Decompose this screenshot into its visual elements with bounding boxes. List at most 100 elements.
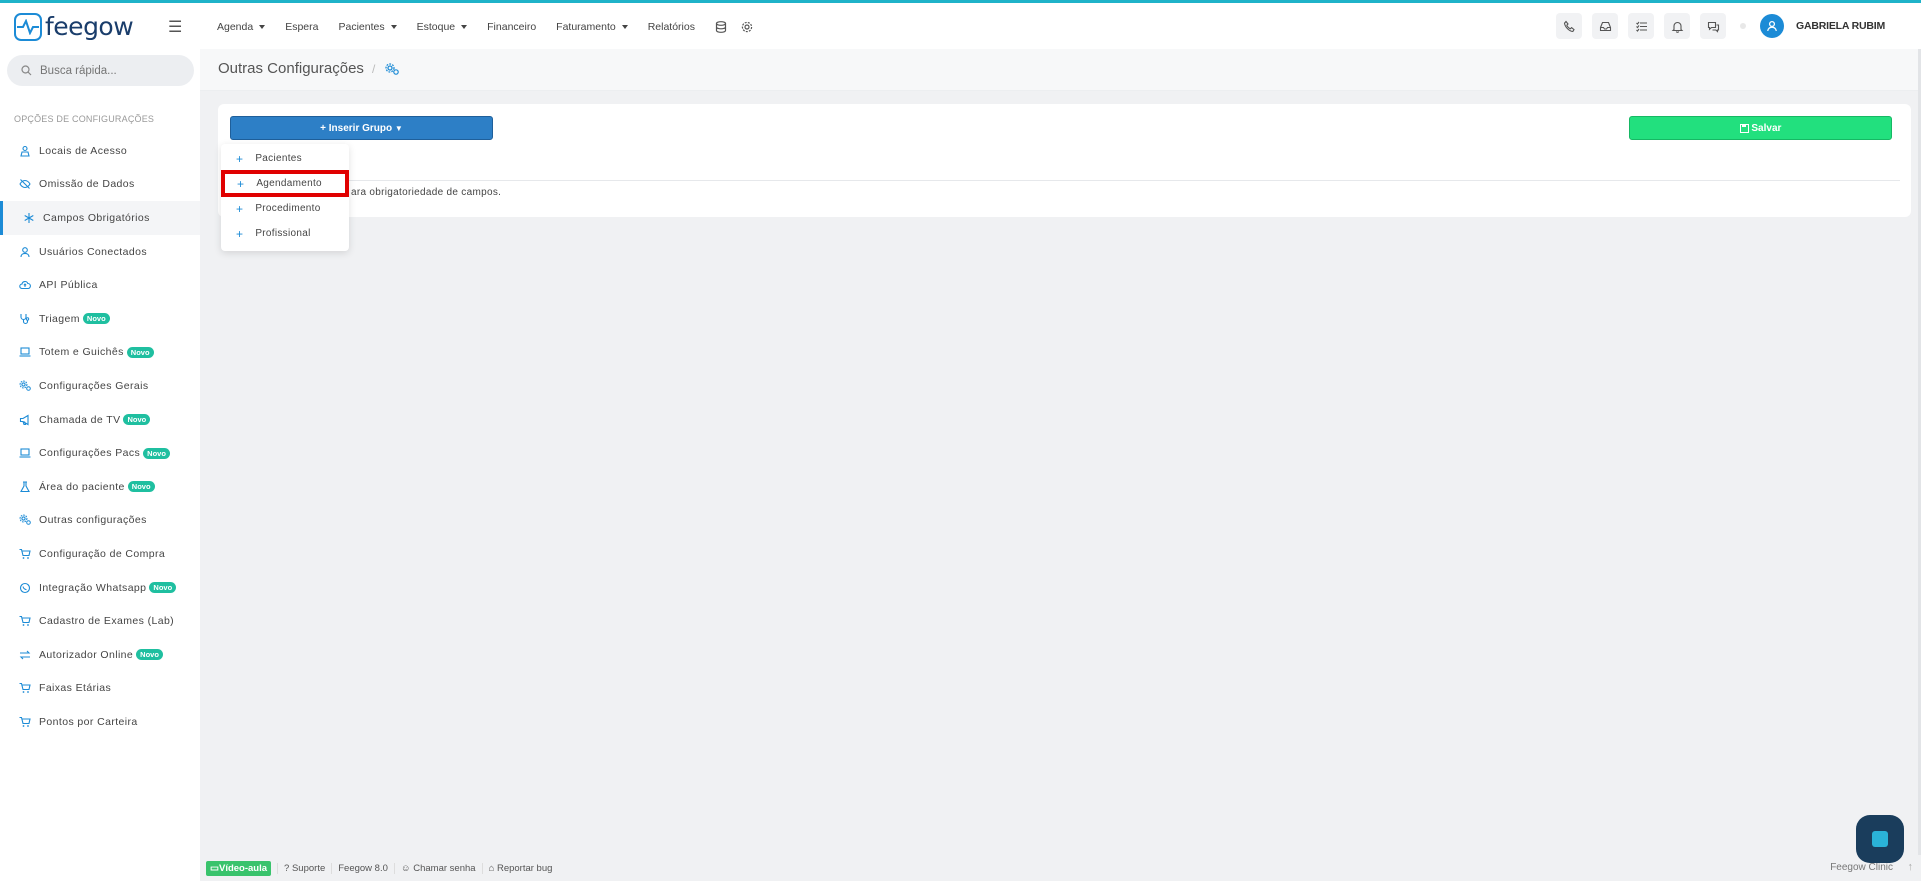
nav-financeiro[interactable]: Financeiro [487, 21, 536, 33]
support-link[interactable]: ? Suporte [277, 862, 325, 874]
quick-search[interactable] [7, 55, 194, 86]
chat-button[interactable] [1700, 13, 1727, 39]
sidebar-item-integracao-whatsapp[interactable]: Integração Whatsapp Novo [0, 571, 200, 605]
notifications-button[interactable] [1664, 13, 1691, 39]
checklist-button[interactable] [1628, 13, 1655, 39]
username[interactable]: GABRIELA RUBIM [1796, 20, 1885, 32]
video-lesson-link[interactable]: ▭Vídeo-aula [206, 860, 272, 876]
new-badge: Novo [127, 481, 155, 493]
sidebar-item-label: Área do paciente [39, 480, 125, 493]
sidebar-item-pontos-por-carteira[interactable]: Pontos por Carteira [0, 705, 200, 739]
cart-icon [19, 616, 31, 627]
sidebar-item-chamada-de-tv[interactable]: Chamada de TV Novo [0, 403, 200, 437]
sidebar-item-faixas-etarias[interactable]: Faixas Etárias [0, 672, 200, 706]
top-navigation: Agenda Espera Pacientes Estoque Financei… [217, 21, 767, 33]
divider [230, 180, 1900, 181]
sidebar-item-label: Totem e Guichês [39, 346, 124, 359]
breadcrumb-separator: / [372, 62, 376, 76]
chat-icon [1707, 21, 1719, 33]
sidebar-item-area-do-paciente[interactable]: Área do paciente Novo [0, 470, 200, 504]
page-title: Outras Configurações [218, 60, 364, 77]
dropdown-item-procedimento[interactable]: + Procedimento [221, 196, 349, 221]
inbox-button[interactable] [1592, 13, 1619, 39]
megaphone-icon [19, 414, 29, 426]
nav-agenda[interactable]: Agenda [217, 21, 266, 33]
search-input[interactable] [40, 64, 180, 77]
cart-icon [19, 548, 31, 559]
report-bug-link[interactable]: ⌂ Reportar bug [481, 862, 552, 874]
sidebar-item-cadastro-de-exames-lab[interactable]: Cadastro de Exames (Lab) [0, 604, 200, 638]
nav-relatorios[interactable]: Relatórios [648, 21, 695, 33]
breadcrumb: Outras Configurações / [200, 49, 1921, 91]
sidebar: OPÇÕES DE CONFIGURAÇÕES Locais de Acesso… [0, 49, 200, 881]
sidebar-item-label: Outras configurações [39, 514, 147, 527]
nav-faturamento[interactable]: Faturamento [556, 21, 628, 33]
sidebar-item-locais-de-acesso[interactable]: Locais de Acesso [0, 134, 200, 168]
cloud-icon [19, 281, 31, 290]
sidebar-item-label: Cadastro de Exames (Lab) [39, 615, 175, 628]
sidebar-item-autorizador-online[interactable]: Autorizador Online Novo [0, 638, 200, 672]
avatar[interactable] [1760, 14, 1785, 38]
gears-icon [385, 63, 399, 75]
gear-icon[interactable] [741, 21, 753, 33]
sidebar-item-campos-obrigatorios[interactable]: Campos Obrigatórios [0, 201, 200, 235]
eye-off-icon [19, 179, 31, 190]
sidebar-item-label: Faixas Etárias [39, 682, 112, 695]
checklist-icon [1635, 21, 1647, 32]
cart-icon [19, 683, 31, 694]
footer-brand: Feegow Clinic [1830, 862, 1893, 873]
plus-icon: + [236, 201, 244, 216]
whatsapp-icon [19, 582, 31, 593]
sidebar-item-label: Omissão de Dados [39, 178, 135, 191]
phone-button[interactable] [1556, 13, 1583, 39]
sidebar-item-configuracoes-gerais[interactable]: Configurações Gerais [0, 369, 200, 403]
sidebar-item-configuracoes-pacs[interactable]: Configurações Pacs Novo [0, 436, 200, 470]
gears-icon [19, 380, 31, 391]
sidebar-item-api-publica[interactable]: API Pública [0, 268, 200, 302]
sidebar-item-usuarios-conectados[interactable]: Usuários Conectados [0, 235, 200, 269]
support-chat-button[interactable] [1856, 815, 1904, 863]
sidebar-item-omissao-de-dados[interactable]: Omissão de Dados [0, 168, 200, 202]
user-pin-icon [20, 145, 30, 157]
dropdown-item-profissional[interactable]: + Profissional [221, 221, 349, 246]
sidebar-item-label: Autorizador Online [39, 648, 134, 661]
sidebar-item-configuracao-de-compra[interactable]: Configuração de Compra [0, 537, 200, 571]
config-panel: + Inserir Grupo ▼ Salvar ara obrigatorie… [218, 104, 1911, 217]
logo[interactable]: feegow [14, 12, 134, 41]
logo-text: feegow [45, 12, 134, 41]
call-ticket-link[interactable]: ☺ Chamar senha [393, 862, 476, 874]
menu-toggle-icon[interactable]: ☰ [168, 17, 182, 37]
bell-icon [1671, 21, 1683, 33]
scroll-top-icon[interactable]: ↑ [1908, 861, 1914, 873]
insert-group-button[interactable]: + Inserir Grupo ▼ [230, 116, 493, 140]
sidebar-item-triagem[interactable]: Triagem Novo [0, 302, 200, 336]
dropdown-item-pacientes[interactable]: + Pacientes [221, 146, 349, 171]
cart-icon [19, 716, 31, 727]
sidebar-item-label: Pontos por Carteira [39, 715, 138, 728]
save-icon [1739, 123, 1749, 133]
nav-espera[interactable]: Espera [285, 21, 318, 33]
sidebar-item-label: Usuários Conectados [39, 245, 147, 258]
asterisk-icon [24, 212, 34, 223]
inbox-icon [1599, 21, 1611, 31]
new-badge: Novo [123, 414, 151, 426]
dropdown-item-agendamento[interactable]: + Agendamento [221, 170, 349, 197]
video-icon: ▭ [210, 862, 219, 874]
chevron-down-icon [390, 25, 397, 29]
nav-estoque[interactable]: Estoque [417, 21, 468, 33]
chevron-down-icon [461, 25, 468, 29]
database-icon[interactable] [715, 21, 727, 33]
plus-icon: + [320, 122, 326, 134]
sidebar-item-totem-e-guiches[interactable]: Totem e Guichês Novo [0, 336, 200, 370]
sidebar-item-label: Integração Whatsapp [39, 581, 147, 594]
nav-pacientes[interactable]: Pacientes [338, 21, 397, 33]
search-icon [21, 65, 32, 76]
laptop-icon [19, 347, 31, 357]
header-actions: GABRIELA RUBIM [1556, 13, 1921, 39]
sidebar-item-label: API Pública [39, 279, 98, 292]
plus-icon: + [237, 176, 245, 191]
save-button[interactable]: Salvar [1629, 116, 1892, 140]
sidebar-item-outras-configuracoes[interactable]: Outras configurações [0, 504, 200, 538]
chevron-down-icon [259, 25, 266, 29]
new-badge: Novo [82, 313, 110, 325]
